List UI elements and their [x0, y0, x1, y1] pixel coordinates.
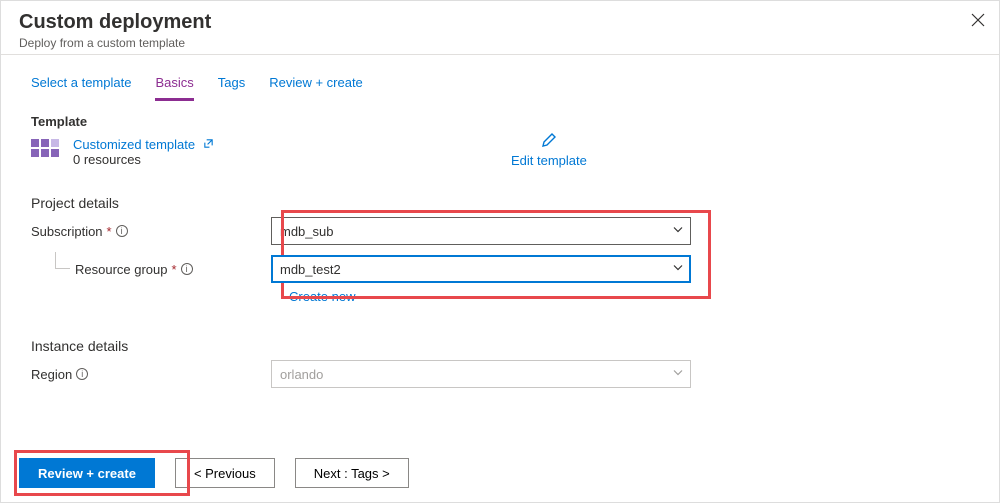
resource-group-row: Resource group * i mdb_test2 [31, 255, 969, 283]
template-name-link[interactable]: Customized template [73, 137, 195, 152]
edit-template-label: Edit template [511, 153, 587, 168]
subscription-label: Subscription * i [31, 224, 271, 239]
template-grid-icon [31, 139, 59, 161]
required-mark: * [107, 224, 112, 239]
content-area: Template Customized template 0 resources [1, 102, 999, 388]
page-subtitle: Deploy from a custom template [19, 36, 981, 50]
footer-bar: Review + create < Previous Next : Tags > [1, 444, 999, 502]
region-row: Region i orlando [31, 360, 969, 388]
page-header: Custom deployment Deploy from a custom t… [1, 1, 999, 55]
review-create-button[interactable]: Review + create [19, 458, 155, 488]
resource-group-value: mdb_test2 [280, 262, 341, 277]
resource-group-label: Resource group * i [31, 262, 271, 277]
custom-deployment-page: Custom deployment Deploy from a custom t… [0, 0, 1000, 503]
close-icon[interactable] [971, 13, 985, 32]
tab-tags[interactable]: Tags [218, 75, 245, 101]
resource-group-select[interactable]: mdb_test2 [271, 255, 691, 283]
info-icon[interactable]: i [76, 368, 88, 380]
page-title: Custom deployment [19, 11, 981, 34]
previous-button[interactable]: < Previous [175, 458, 275, 488]
tab-select-template[interactable]: Select a template [31, 75, 131, 101]
edit-template-button[interactable]: Edit template [511, 131, 587, 168]
template-info: Customized template 0 resources [73, 137, 214, 167]
info-icon[interactable]: i [116, 225, 128, 237]
region-value: orlando [280, 367, 323, 382]
project-details-title: Project details [31, 195, 969, 211]
subscription-select[interactable]: mdb_sub [271, 217, 691, 245]
template-row: Customized template 0 resources [31, 137, 969, 167]
chevron-down-icon [672, 367, 684, 382]
tab-review-create[interactable]: Review + create [269, 75, 363, 101]
required-mark: * [172, 262, 177, 277]
chevron-down-icon [672, 224, 684, 239]
create-new-link[interactable]: Create new [289, 289, 969, 304]
tab-bar: Select a template Basics Tags Review + c… [1, 55, 999, 102]
external-link-icon [203, 140, 214, 152]
tab-basics[interactable]: Basics [155, 75, 193, 101]
info-icon[interactable]: i [181, 263, 193, 275]
instance-details-title: Instance details [31, 338, 969, 354]
subscription-value: mdb_sub [280, 224, 333, 239]
template-resource-count: 0 resources [73, 152, 214, 167]
next-button[interactable]: Next : Tags > [295, 458, 409, 488]
template-section-title: Template [31, 114, 969, 129]
chevron-down-icon [672, 262, 684, 277]
region-label: Region i [31, 367, 271, 382]
subscription-row: Subscription * i mdb_sub [31, 217, 969, 245]
region-select[interactable]: orlando [271, 360, 691, 388]
pencil-icon [540, 131, 558, 149]
